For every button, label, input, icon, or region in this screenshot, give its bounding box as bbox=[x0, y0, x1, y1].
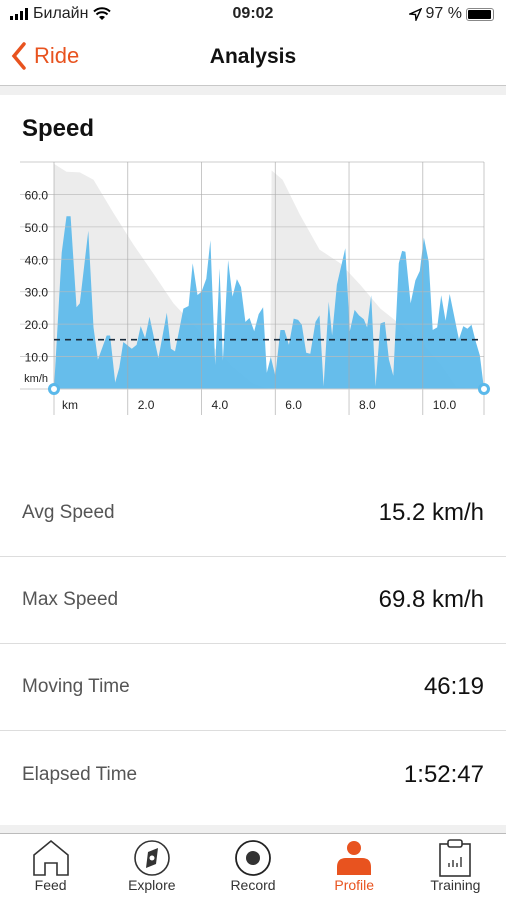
tab-profile[interactable]: Profile bbox=[304, 834, 405, 900]
tab-label: Profile bbox=[334, 877, 375, 893]
section-title: Speed bbox=[22, 115, 95, 142]
battery-percent: 97 % bbox=[425, 5, 462, 22]
speed-card: Speed 10.0 20.0 30.0 40.0 50.0 60.0 km 2.0 4.0 6.… bbox=[0, 95, 506, 825]
tab-explore[interactable]: Explore bbox=[101, 834, 202, 900]
range-start-handle[interactable] bbox=[48, 383, 60, 395]
x-tick-label: 8.0 bbox=[359, 398, 376, 412]
speed-chart[interactable]: 10.0 20.0 30.0 40.0 50.0 60.0 km 2.0 4.0 6.0 8.0 10… bbox=[0, 150, 506, 470]
stat-label: Max Speed bbox=[22, 589, 119, 610]
chevron-left-icon bbox=[11, 42, 26, 70]
y-tick-label: 30.0 bbox=[25, 286, 49, 300]
tab-label: Record bbox=[230, 877, 276, 893]
stat-label: Moving Time bbox=[22, 676, 130, 697]
stat-row-moving-time: Moving Time 46:19 bbox=[0, 644, 506, 731]
clipboard-chart-icon bbox=[439, 839, 472, 877]
tab-bar: Feed Explore Record Profile Training bbox=[0, 833, 506, 900]
person-icon bbox=[337, 841, 372, 875]
tab-label: Explore bbox=[128, 877, 176, 893]
stat-row-elapsed-time: Elapsed Time 1:52:47 bbox=[0, 731, 506, 818]
stat-value: 46:19 bbox=[423, 673, 484, 700]
stat-label: Elapsed Time bbox=[22, 763, 138, 785]
stat-label: Avg Speed bbox=[22, 502, 115, 523]
x-tick-label: 2.0 bbox=[138, 398, 155, 412]
y-tick-label: 20.0 bbox=[25, 318, 49, 332]
stats-list: Avg Speed 15.2 km/h Max Speed 69.8 km/h Mo… bbox=[0, 470, 506, 818]
x-axis-unit-label: km bbox=[62, 398, 78, 412]
back-label: Ride bbox=[34, 43, 80, 68]
tab-feed[interactable]: Feed bbox=[0, 834, 101, 900]
x-tick-label: 6.0 bbox=[285, 398, 302, 412]
y-tick-label: 40.0 bbox=[25, 253, 49, 267]
tab-label: Feed bbox=[34, 877, 67, 893]
stat-row-avg-speed: Avg Speed 15.2 km/h bbox=[0, 470, 506, 557]
back-button[interactable]: Ride bbox=[10, 41, 79, 71]
tab-training[interactable]: Training bbox=[405, 834, 506, 900]
compass-icon bbox=[133, 840, 170, 876]
y-axis-unit-label: km/h bbox=[24, 373, 48, 385]
nav-header: Ride Analysis bbox=[0, 30, 506, 86]
stat-row-max-speed: Max Speed 69.8 km/h bbox=[0, 557, 506, 644]
y-tick-label: 50.0 bbox=[25, 221, 49, 235]
stat-value: 15.2 km/h bbox=[378, 499, 484, 526]
status-bar: Билайн 09:02 97 % bbox=[0, 0, 506, 30]
x-tick-label: 4.0 bbox=[212, 398, 229, 412]
location-arrow-icon bbox=[408, 7, 422, 21]
y-tick-label: 60.0 bbox=[25, 188, 49, 202]
battery-icon bbox=[466, 7, 494, 21]
x-tick-label: 10.0 bbox=[433, 398, 457, 412]
tab-label: Training bbox=[430, 877, 481, 893]
stat-value: 1:52:47 bbox=[403, 760, 484, 788]
home-icon bbox=[32, 839, 69, 876]
stat-value: 69.8 km/h bbox=[378, 586, 484, 613]
range-end-handle[interactable] bbox=[478, 383, 490, 395]
tab-record[interactable]: Record bbox=[202, 834, 303, 900]
y-tick-label: 10.0 bbox=[25, 351, 49, 365]
record-icon bbox=[235, 840, 271, 876]
